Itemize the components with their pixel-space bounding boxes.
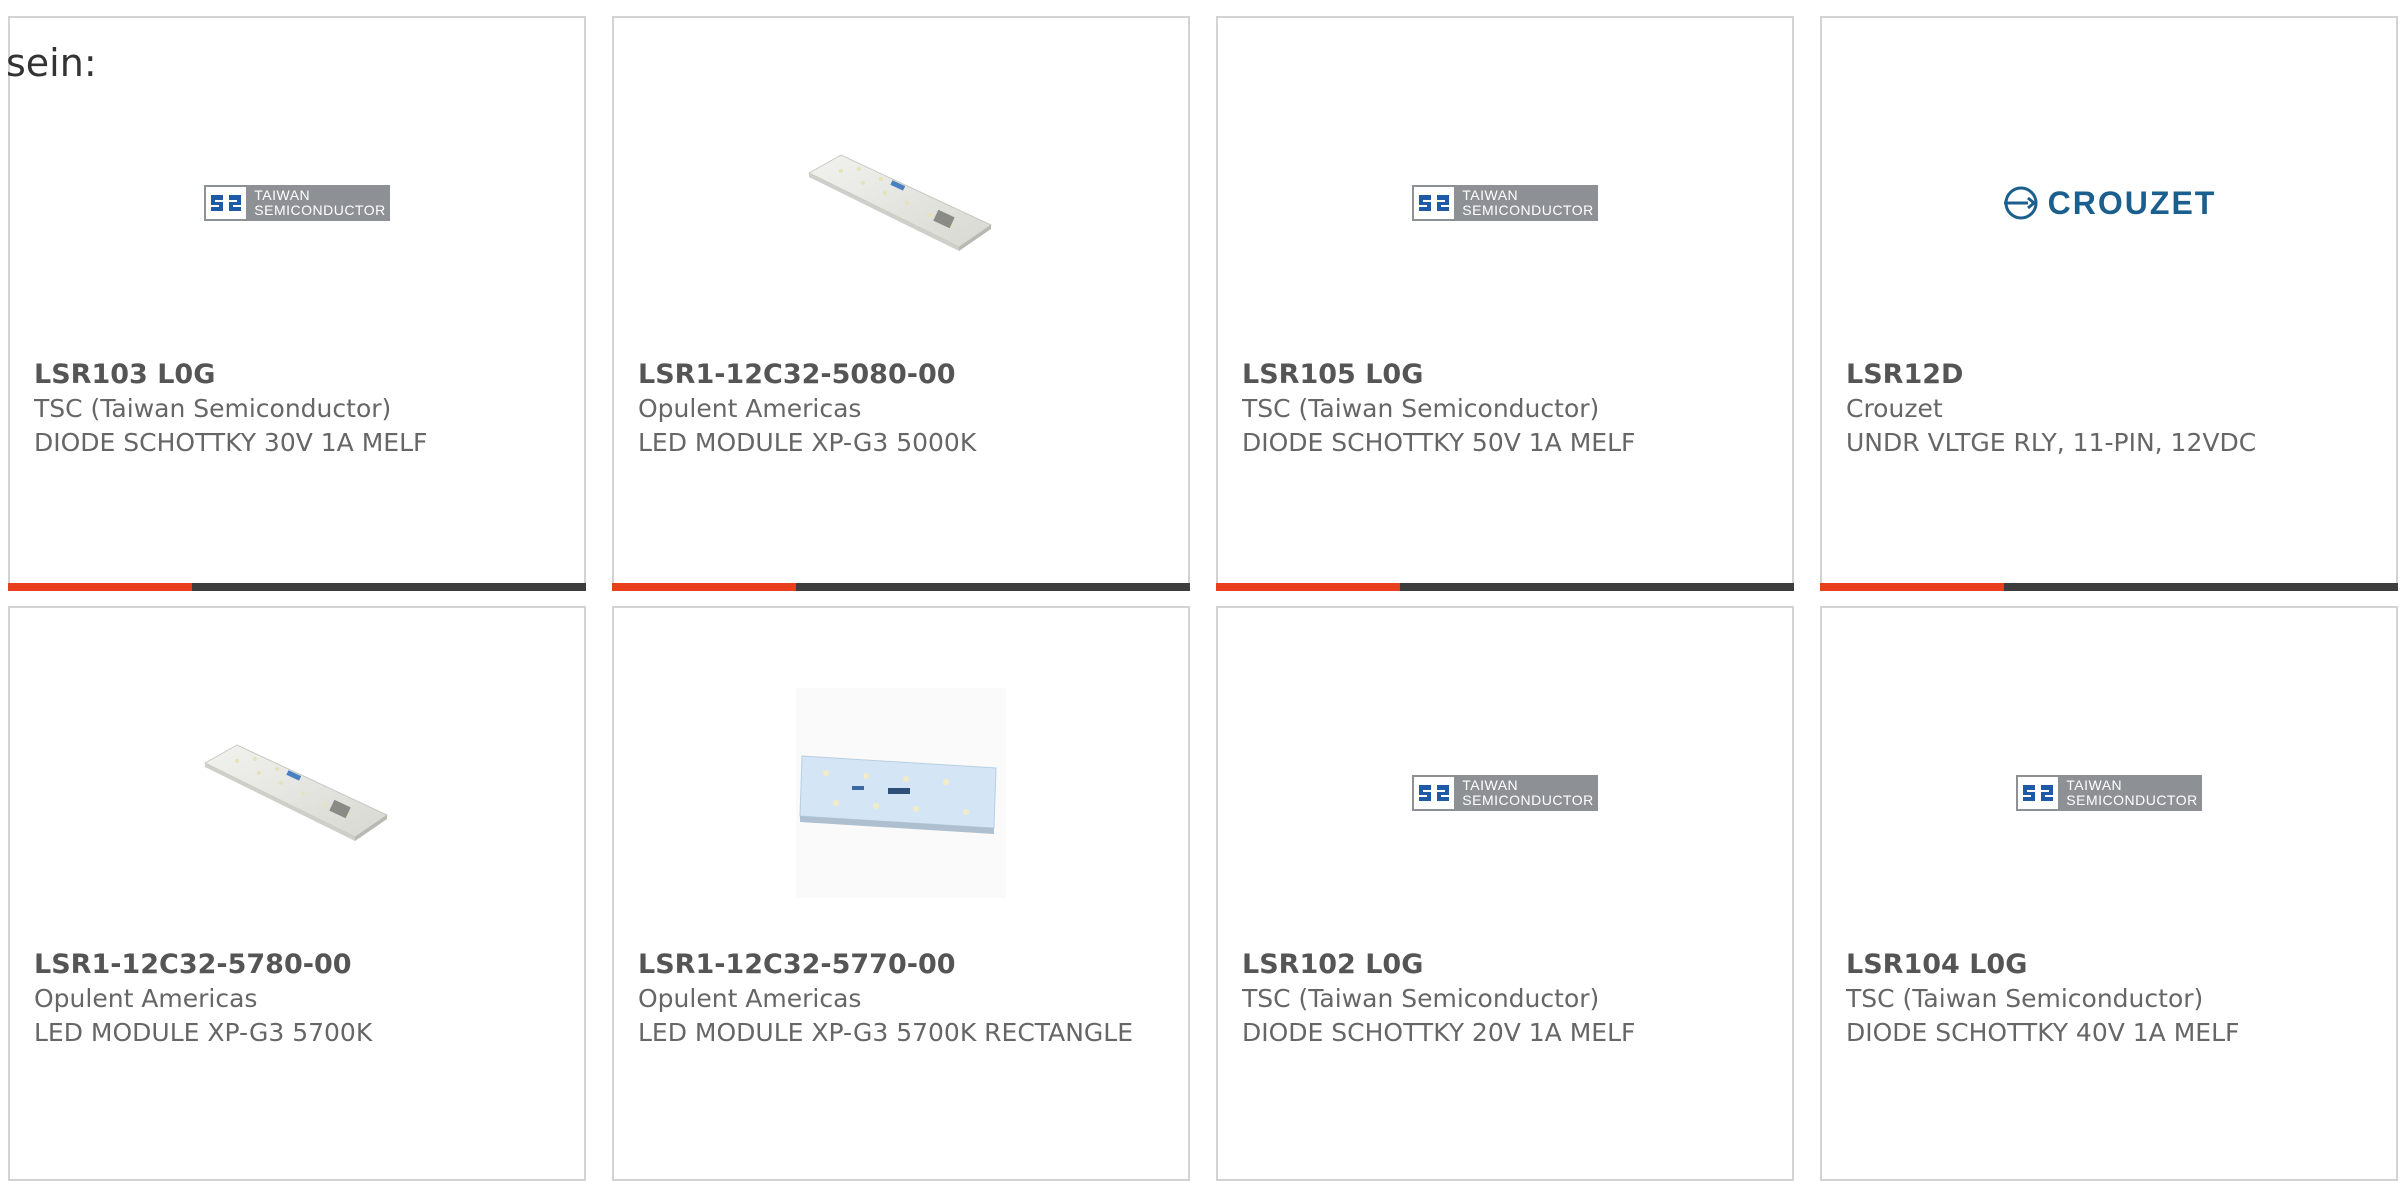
product-info: LSR1-12C32-5780-00 Opulent Americas LED … [34,948,560,1050]
card-bottom-bar [8,583,586,591]
part-number[interactable]: LSR1-12C32-5080-00 [638,358,1164,392]
accent-bar [612,583,796,591]
product-image [614,78,1188,328]
product-image: TAIWAN SEMICONDUCTOR [1218,668,1792,918]
description: LED MODULE XP-G3 5000K [638,428,977,457]
product-info: LSR102 L0G TSC (Taiwan Semiconductor) DI… [1242,948,1768,1050]
crouzet-logo: CROUZET [2002,185,2217,222]
product-card[interactable]: TAIWAN SEMICONDUCTOR LSR104 L0G TSC (Taiw… [1820,606,2398,1181]
part-number[interactable]: LSR102 L0G [1242,948,1768,982]
part-number[interactable]: LSR103 L0G [34,358,560,392]
manufacturer: TSC (Taiwan Semiconductor) [34,394,392,423]
product-info: LSR1-12C32-5080-00 Opulent Americas LED … [638,358,1164,460]
led-module-photo [203,744,389,841]
manufacturer: Opulent Americas [638,394,862,423]
tsc-logo: TAIWAN SEMICONDUCTOR [1412,775,1598,811]
part-number[interactable]: LSR12D [1846,358,2372,392]
product-image [10,668,584,918]
manufacturer: Opulent Americas [34,984,258,1013]
tsc-logo: TAIWAN SEMICONDUCTOR [1412,185,1598,221]
intro-text: sein: [6,41,97,85]
manufacturer: TSC (Taiwan Semiconductor) [1242,984,1600,1013]
part-number[interactable]: LSR105 L0G [1242,358,1768,392]
part-number[interactable]: LSR1-12C32-5770-00 [638,948,1164,982]
product-card[interactable]: LSR1-12C32-5770-00 Opulent Americas LED … [612,606,1190,1181]
card-bottom-bar [1820,583,2398,591]
product-card[interactable]: LSR1-12C32-5780-00 Opulent Americas LED … [8,606,586,1181]
product-info: LSR103 L0G TSC (Taiwan Semiconductor) DI… [34,358,560,460]
product-info: LSR105 L0G TSC (Taiwan Semiconductor) DI… [1242,358,1768,460]
manufacturer: TSC (Taiwan Semiconductor) [1242,394,1600,423]
product-image [614,668,1188,918]
manufacturer: Crouzet [1846,394,1943,423]
product-info: LSR1-12C32-5770-00 Opulent Americas LED … [638,948,1164,1050]
description: DIODE SCHOTTKY 20V 1A MELF [1242,1018,1636,1047]
tsc-logo: TAIWAN SEMICONDUCTOR [2016,775,2202,811]
manufacturer: TSC (Taiwan Semiconductor) [1846,984,2204,1013]
product-image: TAIWAN SEMICONDUCTOR [10,78,584,328]
product-image: TAIWAN SEMICONDUCTOR [1822,668,2396,918]
product-card[interactable]: TAIWAN SEMICONDUCTOR LSR103 L0G TSC (Taiw… [8,16,586,591]
manufacturer: Opulent Americas [638,984,862,1013]
part-number[interactable]: LSR1-12C32-5780-00 [34,948,560,982]
card-bottom-bar [612,583,1190,591]
description: LED MODULE XP-G3 5700K [34,1018,373,1047]
product-card[interactable]: TAIWAN SEMICONDUCTOR LSR102 L0G TSC (Taiw… [1216,606,1794,1181]
product-image: TAIWAN SEMICONDUCTOR [1218,78,1792,328]
description: UNDR VLTGE RLY, 11-PIN, 12VDC [1846,428,2257,457]
accent-bar [1216,583,1400,591]
led-rectangle-photo [796,688,1006,898]
product-grid: TAIWAN SEMICONDUCTOR LSR103 L0G TSC (Taiw… [8,16,2398,1181]
accent-bar [1820,583,2004,591]
part-number[interactable]: LSR104 L0G [1846,948,2372,982]
product-info: LSR12D Crouzet UNDR VLTGE RLY, 11-PIN, 1… [1846,358,2372,460]
description: DIODE SCHOTTKY 50V 1A MELF [1242,428,1636,457]
tsc-logo: TAIWAN SEMICONDUCTOR [204,185,390,221]
product-card[interactable]: TAIWAN SEMICONDUCTOR LSR105 L0G TSC (Taiw… [1216,16,1794,591]
product-card[interactable]: CROUZET LSR12D Crouzet UNDR VLTGE RLY, 1… [1820,16,2398,591]
accent-bar [8,583,192,591]
description: DIODE SCHOTTKY 40V 1A MELF [1846,1018,2240,1047]
description: LED MODULE XP-G3 5700K RECTANGLE [638,1018,1134,1047]
card-bottom-bar [1216,583,1794,591]
description: DIODE SCHOTTKY 30V 1A MELF [34,428,428,457]
product-info: LSR104 L0G TSC (Taiwan Semiconductor) DI… [1846,948,2372,1050]
led-module-photo [807,154,993,251]
product-image: CROUZET [1822,78,2396,328]
product-card[interactable]: LSR1-12C32-5080-00 Opulent Americas LED … [612,16,1190,591]
